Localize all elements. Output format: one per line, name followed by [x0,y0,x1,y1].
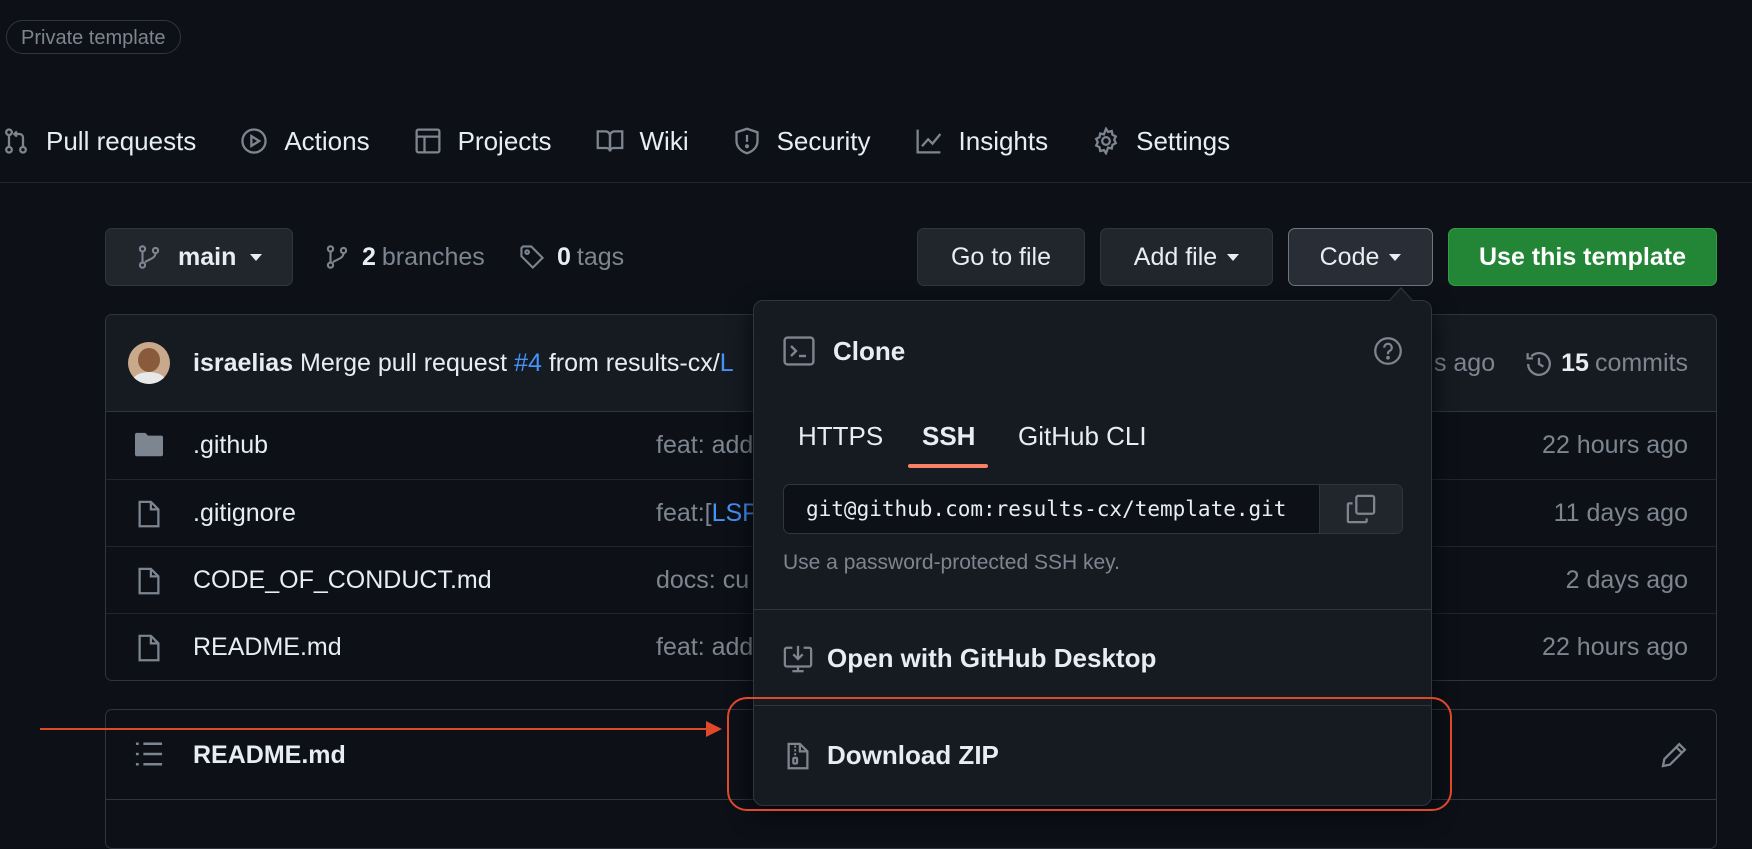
book-icon [596,127,640,155]
pencil-icon[interactable] [1660,741,1688,769]
file-commit-text: feat:[ [656,499,712,527]
clone-url-input[interactable] [784,485,1319,533]
tab-label: Wiki [639,125,689,156]
file-commit-message[interactable]: feat: add [656,412,753,478]
file-time: 11 days ago [1553,499,1688,527]
file-time: 2 days ago [1565,566,1688,594]
dropdown-caret-fill [1390,289,1412,301]
tags-count: 0 [557,242,571,271]
file-icon [134,499,164,529]
tab-label: Pull requests [46,125,197,156]
history-icon [1525,350,1553,378]
pr-link[interactable]: #4 [514,349,542,377]
git-branch-icon [136,244,162,270]
tab-insights[interactable]: Insights [915,120,1049,162]
tag-icon [519,244,545,270]
commit-suffix: from results-cx/ [548,349,720,377]
graph-icon [915,127,959,155]
tab-settings[interactable]: Settings [1092,120,1230,162]
open-github-desktop-item[interactable]: Open with GitHub Desktop [783,643,1156,674]
code-label: Code [1319,242,1380,271]
commit-meta: s ago 15 commits [1434,315,1688,412]
file-commit-message[interactable]: feat:[LSP [656,480,759,546]
tab-pull-requests[interactable]: Pull requests [2,120,196,162]
tags-link[interactable]: 0 tags [519,242,624,272]
tab-ssh[interactable]: SSH [922,406,975,466]
clone-url-field [783,484,1403,534]
branch-name: main [178,242,237,271]
tab-security[interactable]: Security [733,120,871,162]
add-file-label: Add file [1133,242,1218,271]
shield-icon [733,127,777,155]
file-commit-message[interactable]: docs: cu [656,547,749,613]
commit-author[interactable]: israelias [193,349,293,377]
avatar[interactable] [128,342,170,384]
divider [754,609,1431,610]
tab-label: Actions [284,125,370,156]
folder-icon [134,431,164,459]
commit-time: s ago [1433,349,1496,377]
file-commit-link[interactable]: LSP [712,499,759,527]
annotation-highlight-box [727,697,1452,811]
file-name[interactable]: .github [193,412,268,478]
copy-icon [1346,494,1376,524]
add-file-button[interactable]: Add file [1100,228,1273,286]
list-unordered-icon[interactable] [134,740,164,768]
go-to-file-button[interactable]: Go to file [917,228,1085,286]
git-branch-icon [324,244,350,270]
file-time: 22 hours ago [1542,431,1688,459]
question-icon[interactable] [1373,336,1403,366]
file-commit-message[interactable]: feat: add [656,614,753,680]
desktop-download-icon [783,644,827,674]
chevron-down-icon [1389,253,1402,261]
tags-label: tags [576,242,625,271]
tab-wiki[interactable]: Wiki [596,120,689,162]
active-tab-underline [908,464,988,468]
table-icon [414,127,458,155]
gear-icon [1092,127,1136,155]
branches-link[interactable]: 2 branches [324,242,485,272]
tab-actions[interactable]: Actions [240,120,370,162]
tab-https[interactable]: HTTPS [798,406,883,466]
git-pull-request-icon [2,127,46,155]
annotation-arrow-line [40,728,710,730]
terminal-icon [783,336,815,366]
nav-divider [0,182,1752,183]
private-template-badge: Private template [6,20,181,54]
repo-nav: Pull requests Actions Projects Wiki Secu… [0,120,1274,162]
file-icon [134,633,164,663]
readme-title[interactable]: README.md [193,710,346,800]
code-button[interactable]: Code [1288,228,1433,286]
use-template-button[interactable]: Use this template [1448,228,1717,286]
branch-select-button[interactable]: main [105,228,293,286]
tab-label: Projects [457,125,552,156]
file-time: 22 hours ago [1542,633,1688,661]
commit-message: israelias Merge pull request #4 from res… [193,315,734,412]
tab-github-cli[interactable]: GitHub CLI [1018,406,1147,466]
clone-hint: Use a password-protected SSH key. [783,551,1120,574]
file-name[interactable]: CODE_OF_CONDUCT.md [193,547,492,613]
file-name[interactable]: README.md [193,614,342,680]
file-icon [134,566,164,596]
commits-count[interactable]: 15 [1561,315,1589,412]
chevron-down-icon [1227,253,1240,261]
play-icon [240,127,284,155]
tab-label: Insights [958,125,1049,156]
open-desktop-label: Open with GitHub Desktop [827,643,1157,673]
commit-prefix: Merge pull request [300,349,508,377]
clone-title: Clone [833,336,906,366]
branches-label: branches [381,242,485,271]
chevron-down-icon [250,253,263,261]
copy-button[interactable] [1319,485,1402,533]
annotation-arrow-head [706,721,722,737]
file-name[interactable]: .gitignore [193,480,296,546]
commits-label[interactable]: commits [1595,315,1688,412]
tab-projects[interactable]: Projects [414,120,552,162]
tab-label: Settings [1136,125,1231,156]
branches-count: 2 [362,242,376,271]
tab-label: Security [776,125,871,156]
commit-link-fragment[interactable]: L [720,349,734,377]
